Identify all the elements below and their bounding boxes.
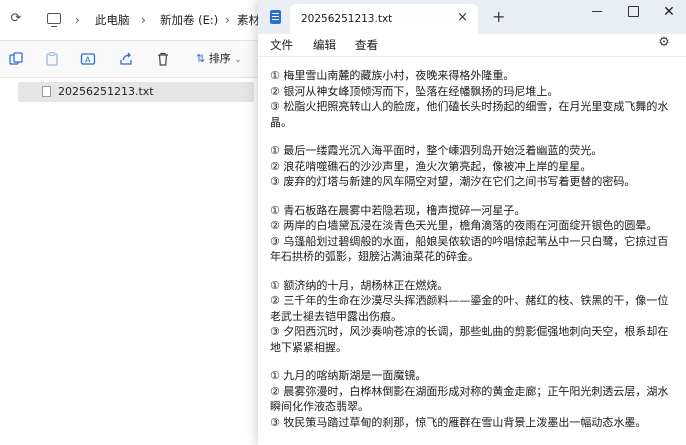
paragraph: ① 额济纳的十月，胡杨林正在燃烧。 ② 三千年的生命在沙漠尽头挥洒颜料——鎏金的…: [270, 278, 676, 356]
text-line: ③ 夕阳西沉时，风沙奏响苍凉的长调，那些虬曲的剪影倔强地刺向天空，根系却在地下紧…: [270, 325, 669, 354]
file-name: 20256251213.txt: [58, 85, 154, 98]
delete-icon[interactable]: [155, 51, 171, 67]
minimize-button[interactable]: [578, 0, 616, 26]
breadcrumb-drive-e[interactable]: 新加卷 (E:): [160, 12, 218, 28]
text-line: ③ 废弃的灯塔与新建的风车隔空对望，潮汐在它们之间书写着更替的密码。: [270, 175, 636, 188]
paragraph: ① 青石板路在晨雾中若隐若现，橹声搅碎一河星子。 ② 两岸的白墙黛瓦浸在淡青色天…: [270, 203, 676, 265]
menu-file[interactable]: 文件: [270, 37, 293, 53]
text-line: ① 梅里雪山南麓的藏族小村，夜晚来得格外隆重。: [270, 69, 515, 82]
paragraph: ① 九月的喀纳斯湖是一面魔镜。 ② 晨雾弥漫时，白桦林倒影在湖面形成对称的黄金走…: [270, 368, 676, 430]
menu-bar: 文件 编辑 查看 ⚙: [258, 34, 686, 56]
this-pc-icon[interactable]: [47, 13, 61, 27]
text-line: ③ 牧民策马踏过草甸的刹那，惊飞的雁群在雪山背景上泼墨出一幅动态水墨。: [270, 415, 647, 429]
text-line: ② 三千年的生命在沙漠尽头挥洒颜料——鎏金的叶、赭红的枝、铁黑的干，像一位老武士…: [270, 294, 669, 323]
text-line: ① 最后一缕霞光沉入海平面时，整个嵊泗列岛开始泛着幽蓝的荧光。: [270, 144, 603, 157]
text-line: ① 青石板路在晨雾中若隐若现，橹声搅碎一河星子。: [270, 203, 526, 217]
text-line: ③ 松脂火把照亮转山人的脸庞，他们磕长头时扬起的细雪，在月光里变成飞舞的水晶。: [270, 100, 669, 129]
paragraph: ① 最后一缕霞光沉入海平面时，整个嵊泗列岛开始泛着幽蓝的荧光。 ② 浪花啃噬礁石…: [270, 143, 676, 190]
text-line: ③ 乌篷船划过碧绸般的水面，船娘吴侬软语的吟唱惊起苇丛中一只白鹭，它掠过百年石拱…: [270, 234, 669, 264]
breadcrumb-folder[interactable]: 素材: [237, 12, 260, 28]
notepad-window: 20256251213.txt × + ✕ 文件 编辑 查看 ⚙ ① 梅里雪山南…: [258, 0, 686, 445]
menu-view[interactable]: 查看: [355, 37, 378, 53]
text-line: ② 浪花啃噬礁石的沙沙声里，渔火次第亮起，像被冲上岸的星星。: [270, 159, 592, 173]
refresh-icon[interactable]: ⟳: [8, 11, 24, 27]
share-icon[interactable]: [118, 51, 134, 67]
new-item-icon[interactable]: [8, 51, 24, 67]
new-tab-button[interactable]: +: [492, 8, 505, 26]
paragraph: ① 梅里雪山南麓的藏族小村，夜晚来得格外隆重。 ② 银河从神女峰顶倾泻而下，坠落…: [270, 68, 676, 130]
title-bar[interactable]: 20256251213.txt × + ✕: [258, 0, 686, 34]
list-item[interactable]: 20256251213.txt: [18, 82, 254, 102]
close-tab-icon[interactable]: ×: [457, 10, 468, 26]
menu-divider: [258, 56, 686, 57]
chevron-right-icon: ›: [225, 13, 230, 27]
chevron-right-icon: ›: [75, 13, 80, 27]
breadcrumb-this-pc[interactable]: 此电脑: [95, 12, 130, 28]
tab-document[interactable]: 20256251213.txt ×: [290, 4, 478, 34]
menu-edit[interactable]: 编辑: [313, 37, 336, 53]
rename-icon[interactable]: A: [80, 51, 96, 67]
paste-icon[interactable]: [44, 51, 60, 67]
text-line: ① 九月的喀纳斯湖是一面魔镜。: [270, 369, 427, 382]
notepad-app-icon: [270, 10, 281, 24]
sort-button[interactable]: ⇅ 排序 ⌄: [196, 50, 242, 69]
text-line: ② 银河从神女峰顶倾泻而下，坠落在经幡飘扬的玛尼堆上。: [270, 84, 559, 98]
gear-icon[interactable]: ⚙: [657, 36, 671, 50]
text-line: ② 晨雾弥漫时，白桦林倒影在湖面形成对称的黄金走廊；正午阳光刺透云层，湖水瞬间化…: [270, 384, 669, 414]
maximize-button[interactable]: [614, 0, 652, 26]
chevron-down-icon: ⌄: [234, 55, 242, 65]
svg-text:A: A: [85, 56, 91, 65]
sort-icon: ⇅: [196, 52, 206, 65]
chevron-right-icon: ›: [141, 13, 146, 27]
text-editor[interactable]: ① 梅里雪山南麓的藏族小村，夜晚来得格外隆重。 ② 银河从神女峰顶倾泻而下，坠落…: [270, 68, 676, 438]
sort-label: 排序: [208, 52, 231, 65]
close-window-button[interactable]: ✕: [650, 0, 686, 26]
text-file-icon: [42, 86, 51, 97]
text-line: ② 两岸的白墙黛瓦浸在淡青色天光里，檐角滴落的夜雨在河面绽开银色的圆晕。: [270, 219, 658, 232]
text-line: ① 额济纳的十月，胡杨林正在燃烧。: [270, 278, 449, 292]
tab-title: 20256251213.txt: [301, 13, 393, 25]
